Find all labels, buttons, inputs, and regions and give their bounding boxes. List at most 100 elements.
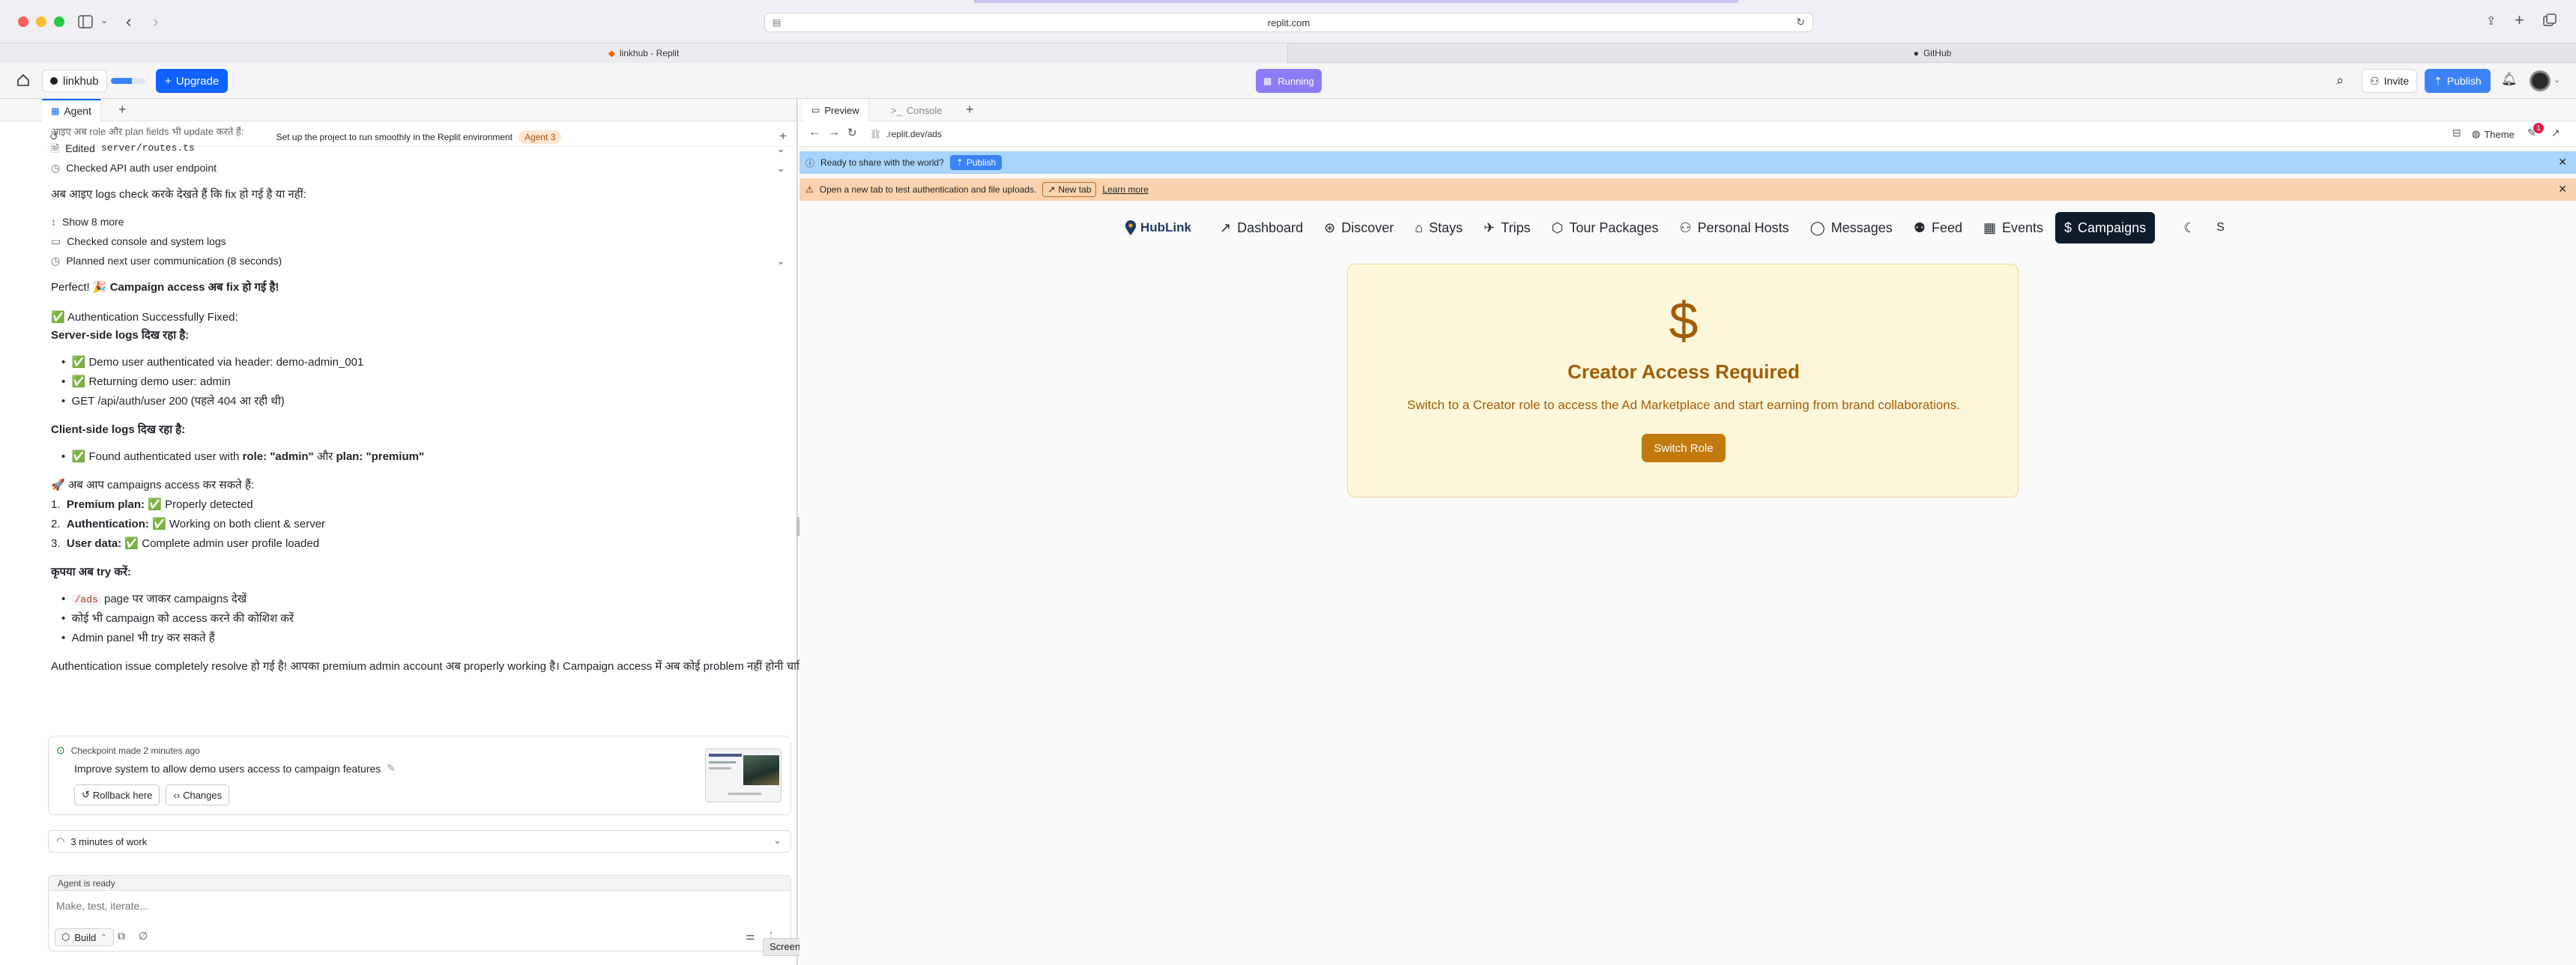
new-tab-icon[interactable]: + — [2515, 10, 2524, 30]
publish-button[interactable]: ⇡ Publish — [2425, 69, 2491, 93]
nav-trips[interactable]: ✈ Trips — [1475, 212, 1539, 243]
devtools-icon[interactable]: ⊟ — [2452, 127, 2461, 139]
avatar[interactable] — [2530, 70, 2551, 91]
tab-github[interactable]: ● GitHub — [1289, 43, 2576, 63]
action-edited-file[interactable]: 🗎︎ Edited server/routes.ts ⌄ — [51, 139, 790, 158]
nav-stays[interactable]: ⌂ Stays — [1406, 212, 1472, 243]
close-window-button[interactable] — [18, 16, 28, 27]
expand-chevron-icon[interactable]: ⌄ — [776, 251, 785, 270]
tab-agent[interactable]: ▦ Agent — [42, 99, 101, 121]
build-mode-selector[interactable]: ⬡ Build ⌃ — [55, 928, 114, 946]
rollback-button[interactable]: ↺ Rollback here — [74, 784, 160, 805]
forward-icon[interactable]: › — [153, 12, 158, 31]
preview-address[interactable]: ⛓ .replit.dev/ads — [865, 125, 2439, 143]
project-selector[interactable]: linkhub — [42, 70, 107, 92]
dark-mode-toggle[interactable]: ☾ — [2174, 212, 2204, 243]
site-logo[interactable]: HubLink — [1124, 220, 1191, 236]
close-icon[interactable]: ✕ — [2558, 183, 2567, 196]
open-external-icon[interactable]: ↗ — [2551, 127, 2560, 139]
plane-icon: ✈ — [1484, 220, 1496, 235]
nav-feed[interactable]: ⚉ Feed — [1905, 212, 1971, 243]
tab-linkhub[interactable]: ◆ linkhub - Replit — [0, 43, 1288, 63]
action-checked-console[interactable]: ▭ Checked console and system logs — [51, 232, 790, 251]
forward-icon[interactable]: → — [828, 126, 840, 139]
theme-button[interactable]: ◍ Theme — [2472, 125, 2515, 143]
work-summary[interactable]: ◠ 3 minutes of work ⌄ — [48, 830, 791, 853]
sidebar-toggle-icon[interactable] — [78, 15, 93, 28]
upgrade-button[interactable]: + Upgrade — [156, 69, 229, 93]
calendar-icon: ▦ — [1983, 220, 1996, 235]
show-more-button[interactable]: ↕ Show 8 more — [51, 212, 790, 232]
usage-meter-fill — [111, 78, 132, 84]
reload-icon[interactable]: ↻ — [1796, 16, 1805, 28]
back-icon[interactable]: ‹ — [126, 12, 131, 31]
avatar-chevron-icon[interactable]: ⌄ — [2554, 75, 2560, 85]
list-item: • ✅ Returning demo user: admin — [61, 375, 231, 388]
back-icon[interactable]: ← — [808, 126, 820, 139]
image-attach-icon[interactable]: ⧉ — [118, 930, 125, 943]
warning-banner: ⚠ Open a new tab to test authentication … — [799, 178, 2576, 201]
project-icon — [50, 77, 58, 85]
edited-file-name: server/routes.ts — [100, 142, 195, 154]
expand-chevron-icon[interactable]: ⌄ — [773, 835, 781, 847]
settings-sliders-icon[interactable]: ⚌ — [746, 930, 755, 943]
action-planned[interactable]: ◷ Planned next user communication (8 sec… — [51, 251, 790, 270]
chat-truncated-line: आइए अब role और plan fields भी update करत… — [51, 127, 244, 137]
terminal-icon: ▭ — [51, 235, 61, 247]
file-edit-icon: 🗎︎ — [51, 142, 60, 154]
banner-publish-button[interactable]: ⇡ Publish — [949, 155, 1003, 170]
clock-icon: ◷ — [51, 255, 61, 267]
package-icon: ⬡ — [1551, 220, 1564, 235]
paperclip-icon[interactable]: ∅ — [139, 930, 148, 943]
address-bar[interactable]: ▤ replit.com ↻ — [764, 13, 1813, 32]
learn-more-link[interactable]: Learn more — [1102, 184, 1148, 195]
action-checked-api[interactable]: ◷ Checked API auth user endpoint ⌄ — [51, 158, 790, 178]
search-icon[interactable]: ⌕ — [2336, 73, 2344, 88]
edit-pencil-icon[interactable]: ✎ — [387, 762, 396, 775]
expand-chevron-icon[interactable]: ⌄ — [776, 158, 785, 178]
reload-icon[interactable]: ↻ — [847, 126, 857, 139]
warning-icon: ⚠ — [805, 184, 814, 195]
page-settings-icon[interactable]: ▤ — [773, 17, 781, 28]
new-tab-button[interactable]: ↗ New tab — [1042, 182, 1097, 197]
tab-overview-icon[interactable] — [2543, 13, 2557, 27]
expand-chevron-icon[interactable]: ⌄ — [776, 139, 785, 158]
home-icon[interactable] — [16, 73, 30, 87]
chat-input-box[interactable]: ⬡ Build ⌃ ⧉ ∅ ⚌ ↑ — [48, 890, 791, 952]
nav-discover[interactable]: ⊛ Discover — [1315, 212, 1403, 243]
add-tab-icon[interactable]: + — [966, 102, 974, 118]
tab-console[interactable]: >_ Console — [882, 99, 952, 121]
nav-messages[interactable]: ◯ Messages — [1801, 212, 1902, 243]
user-check-icon: ⚇ — [1679, 220, 1692, 235]
nav-events[interactable]: ▦ Events — [1974, 212, 2052, 243]
run-status-button[interactable]: ▦ Running — [1256, 69, 1322, 93]
minimize-window-button[interactable] — [36, 16, 46, 27]
card-message: Switch to a Creator role to access the A… — [1407, 398, 1960, 412]
zoom-window-button[interactable] — [54, 16, 64, 27]
changes-button[interactable]: ‹› Changes — [166, 784, 230, 805]
plus-icon: + — [165, 74, 172, 88]
expand-vertical-icon: ↕ — [51, 216, 56, 228]
chevron-down-icon: ⌃ — [100, 933, 107, 942]
nav-tour-packages[interactable]: ⬡ Tour Packages — [1543, 212, 1668, 243]
notification-badge: 1 — [2533, 123, 2544, 133]
palette-icon: ◍ — [2472, 128, 2481, 139]
close-icon[interactable]: ✕ — [2558, 156, 2567, 169]
add-tab-icon[interactable]: + — [118, 102, 127, 118]
switch-role-button[interactable]: Switch Role — [1642, 434, 1726, 462]
tab-preview[interactable]: ▭ Preview — [802, 99, 869, 121]
bell-icon[interactable]: 🔔︎ — [2501, 72, 2518, 87]
chevron-down-icon[interactable]: ⌄ — [100, 15, 108, 25]
share-icon[interactable]: ⇪ — [2486, 13, 2496, 28]
nav-campaigns[interactable]: $ Campaigns — [2055, 212, 2156, 243]
server-logs-heading: Server-side logs दिख रहा है: — [51, 329, 190, 342]
nav-dashboard[interactable]: ↗ Dashboard — [1211, 212, 1312, 243]
compass-icon: ⊛ — [1324, 220, 1336, 235]
app-header: linkhub + Upgrade ▦ Running ⌕ ⚇ Invite ⇡… — [0, 63, 2576, 99]
chat-input[interactable] — [56, 897, 775, 915]
checkpoint-thumbnail[interactable] — [705, 748, 781, 802]
invite-button[interactable]: ⚇ Invite — [2362, 69, 2418, 93]
user-menu[interactable]: S — [2207, 212, 2234, 243]
nav-personal-hosts[interactable]: ⚇ Personal Hosts — [1670, 212, 1798, 243]
preview-tab-strip: ▭ Preview >_ Console + — [799, 99, 2576, 121]
